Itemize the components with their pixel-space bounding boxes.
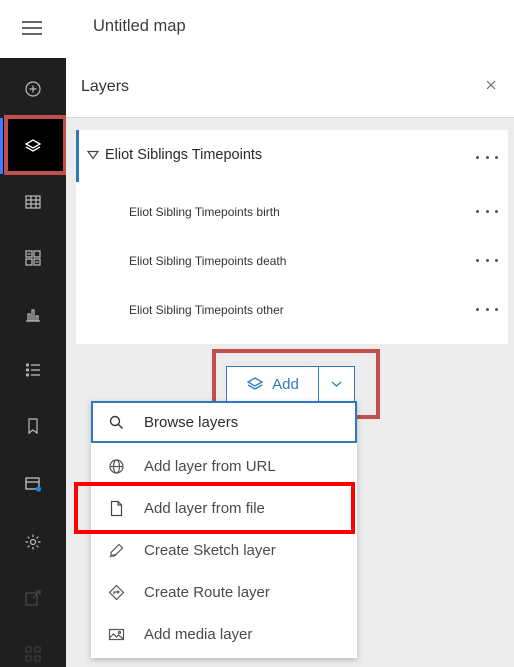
basemap-tool[interactable] — [0, 456, 66, 512]
globe-icon — [109, 459, 124, 474]
menu-item-add-layer-from-url[interactable]: Add layer from URL — [91, 445, 357, 487]
legend-tool[interactable] — [0, 230, 66, 286]
more-options-icon[interactable] — [476, 208, 498, 214]
sketch-icon — [109, 543, 124, 558]
list-icon — [25, 363, 40, 377]
more-options-icon[interactable] — [476, 306, 498, 312]
add-button-group: Add — [226, 366, 355, 402]
layers-icon — [246, 377, 264, 390]
grid-icon — [25, 646, 41, 662]
annotation-box-layers-tool — [4, 115, 67, 175]
menu-item-create-sketch-layer[interactable]: Create Sketch layer — [91, 529, 357, 571]
settings-tool[interactable] — [0, 514, 66, 570]
more-options-icon[interactable] — [476, 154, 498, 160]
plus-circle-icon — [25, 81, 41, 97]
gear-icon — [25, 534, 41, 550]
layer-list: Eliot Siblings Timepoints Eliot Sibling … — [76, 130, 508, 344]
layer-row-death[interactable]: Eliot Sibling Timepoints death — [76, 235, 508, 287]
layer-label: Eliot Sibling Timepoints death — [129, 254, 287, 268]
menu-item-add-media-layer[interactable]: Add media layer — [91, 613, 357, 655]
map-title[interactable]: Untitled map — [93, 17, 186, 36]
menu-item-label: Create Route layer — [144, 584, 270, 601]
layer-label: Eliot Sibling Timepoints birth — [129, 205, 280, 219]
chart-icon — [26, 309, 40, 322]
chevron-down-icon — [331, 381, 342, 387]
menu-item-create-route-layer[interactable]: Create Route layer — [91, 571, 357, 613]
menu-item-label: Create Sketch layer — [144, 542, 276, 559]
add-button-label: Add — [272, 375, 299, 393]
layer-row-other[interactable]: Eliot Sibling Timepoints other — [76, 284, 508, 336]
tables-tool[interactable] — [0, 174, 66, 230]
add-button[interactable]: Add — [227, 367, 319, 401]
list-tool[interactable] — [0, 342, 66, 398]
share-tool[interactable] — [0, 570, 66, 626]
layer-group-row[interactable]: Eliot Siblings Timepoints — [76, 130, 508, 182]
bookmarks-tool[interactable] — [0, 398, 66, 454]
top-bar: Untitled map — [0, 0, 514, 58]
menu-item-label: Add layer from URL — [144, 458, 276, 475]
table-icon — [25, 195, 41, 209]
more-options-icon[interactable] — [476, 257, 498, 263]
more-tool[interactable] — [0, 626, 66, 667]
image-icon — [108, 628, 125, 641]
hamburger-menu-icon[interactable] — [22, 18, 44, 38]
add-data-tool[interactable] — [0, 61, 66, 117]
route-icon — [108, 584, 125, 601]
layer-group-label: Eliot Siblings Timepoints — [105, 147, 263, 163]
close-icon[interactable] — [484, 78, 498, 92]
panel-header: Layers — [66, 58, 514, 118]
menu-item-label: Add media layer — [144, 626, 253, 643]
layer-row-birth[interactable]: Eliot Sibling Timepoints birth — [76, 186, 508, 238]
search-icon — [109, 415, 123, 429]
panel-title: Layers — [81, 78, 130, 95]
caret-down-icon[interactable] — [87, 150, 99, 160]
layer-label: Eliot Sibling Timepoints other — [129, 303, 284, 317]
bookmark-icon — [28, 418, 38, 435]
menu-item-browse-layers[interactable]: Browse layers — [91, 401, 357, 443]
annotation-box-add-layer-from-file — [74, 482, 355, 534]
legend-icon — [25, 250, 41, 266]
menu-item-label: Browse layers — [144, 414, 239, 431]
basemap-icon — [25, 477, 42, 492]
add-dropdown-toggle[interactable] — [319, 367, 354, 401]
share-icon — [25, 590, 41, 606]
charts-tool[interactable] — [0, 286, 66, 342]
